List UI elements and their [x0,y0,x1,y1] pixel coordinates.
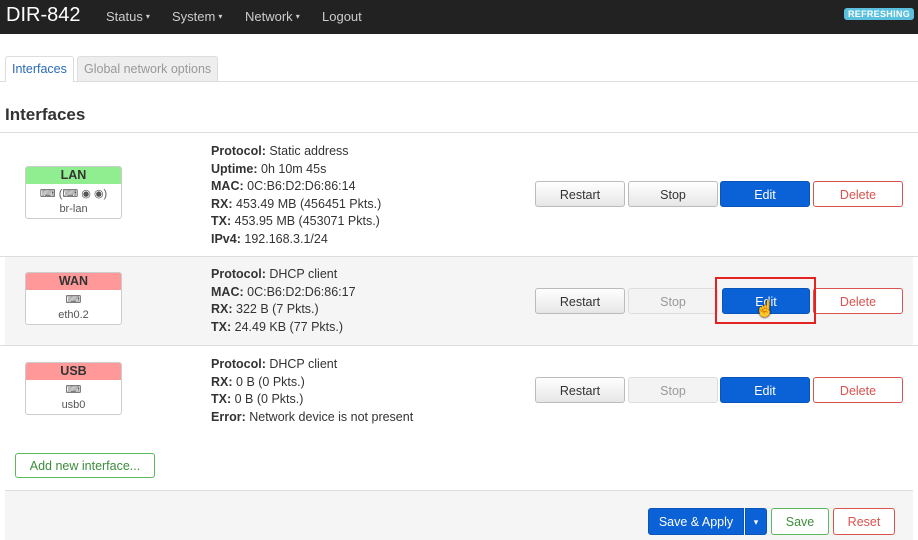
brand-title[interactable]: DIR-842 [6,4,80,27]
network-port-icon: ⌨ (⌨ ◉ ◉) [39,188,108,200]
nav-system-menu[interactable]: System ▾ [172,9,222,24]
hand-cursor-icon: ☝ [755,301,775,318]
network-port-icon: ⌨ [65,294,82,306]
nav-network-menu[interactable]: Network ▾ [245,9,300,24]
chevron-down-icon: ▾ [145,12,150,21]
interface-row-lan: LAN ⌨ (⌨ ◉ ◉) br-lan Protocol: Static ad… [5,133,913,256]
info-line: MAC: 0C:B6:D2:D6:86:17 [211,284,356,299]
stop-button[interactable]: Stop [628,288,718,314]
save-apply-dropdown-caret[interactable]: ▾ [745,508,767,535]
refreshing-badge[interactable]: REFRESHING [843,8,914,20]
chevron-down-icon: ▾ [753,517,759,527]
chevron-down-icon: ▾ [218,12,223,21]
info-line: TX: 453.95 MB (453071 Pkts.) [211,214,380,229]
edit-button[interactable]: Edit [720,181,810,207]
info-line: RX: 0 B (0 Pkts.) [211,374,305,389]
stop-button[interactable]: Stop [628,377,718,403]
nav-system-label: System [172,9,216,24]
info-line: Uptime: 0h 10m 45s [211,161,327,176]
tab-global-network-options[interactable]: Global network options [77,56,219,81]
restart-button[interactable]: Restart [535,377,625,403]
info-line: Protocol: DHCP client [211,267,338,281]
interface-name: LAN [26,167,121,184]
info-line: Error: Network device is not present [211,409,414,424]
delete-button[interactable]: Delete [813,288,903,314]
interface-name: WAN [26,273,121,290]
nav-status-label: Status [106,9,143,24]
interface-row-usb: USB ⌨ usb0 Protocol: DHCP client RX: 0 B… [5,346,913,488]
info-line: TX: 24.49 KB (77 Pkts.) [211,319,344,334]
stop-button[interactable]: Stop [628,181,718,207]
info-line: Protocol: Static address [211,144,349,158]
info-line: RX: 322 B (7 Pkts.) [211,302,319,317]
interface-device: br-lan [59,203,88,215]
delete-button[interactable]: Delete [813,181,903,207]
network-port-icon: ⌨ [65,384,82,396]
interface-device: usb0 [61,399,86,411]
info-line: MAC: 0C:B6:D2:D6:86:14 [211,179,356,194]
reset-button[interactable]: Reset [833,508,895,535]
interface-row-wan: WAN ⌨ eth0.2 Protocol: DHCP client MAC: … [5,257,913,345]
interface-info: Protocol: DHCP client RX: 0 B (0 Pkts.) … [211,356,413,426]
info-line: TX: 0 B (0 Pkts.) [211,392,304,407]
footer-actions: Save & Apply ▾ Save Reset [5,490,913,540]
restart-button[interactable]: Restart [535,288,625,314]
add-new-interface-button[interactable]: Add new interface... [15,453,155,478]
save-button[interactable]: Save [771,508,829,535]
interface-name: USB [26,363,121,380]
save-apply-button[interactable]: Save & Apply [648,508,744,535]
info-line: IPv4: 192.168.3.1/24 [211,231,328,246]
interface-badge-lan: LAN ⌨ (⌨ ◉ ◉) br-lan [25,166,122,219]
nav-status-menu[interactable]: Status ▾ [106,9,150,24]
nav-logout-link[interactable]: Logout [322,9,362,24]
edit-button[interactable]: Edit [720,377,810,403]
interface-device: eth0.2 [58,309,89,321]
top-navbar: DIR-842 Status ▾ System ▾ Network ▾ Logout … [0,0,918,34]
interface-badge-usb: USB ⌨ usb0 [25,362,122,415]
chevron-down-icon: ▾ [295,12,300,21]
nav-network-label: Network [245,9,293,24]
restart-button[interactable]: Restart [535,181,625,207]
page-title: Interfaces [5,105,86,124]
interface-badge-wan: WAN ⌨ eth0.2 [25,272,122,325]
info-line: RX: 453.49 MB (456451 Pkts.) [211,196,382,211]
info-line: Protocol: DHCP client [211,357,338,371]
delete-button[interactable]: Delete [813,377,903,403]
interface-info: Protocol: Static address Uptime: 0h 10m … [211,143,381,249]
tab-interfaces[interactable]: Interfaces [5,56,74,82]
tab-bar: Interfaces Global network options [0,56,918,82]
interface-info: Protocol: DHCP client MAC: 0C:B6:D2:D6:8… [211,266,356,336]
